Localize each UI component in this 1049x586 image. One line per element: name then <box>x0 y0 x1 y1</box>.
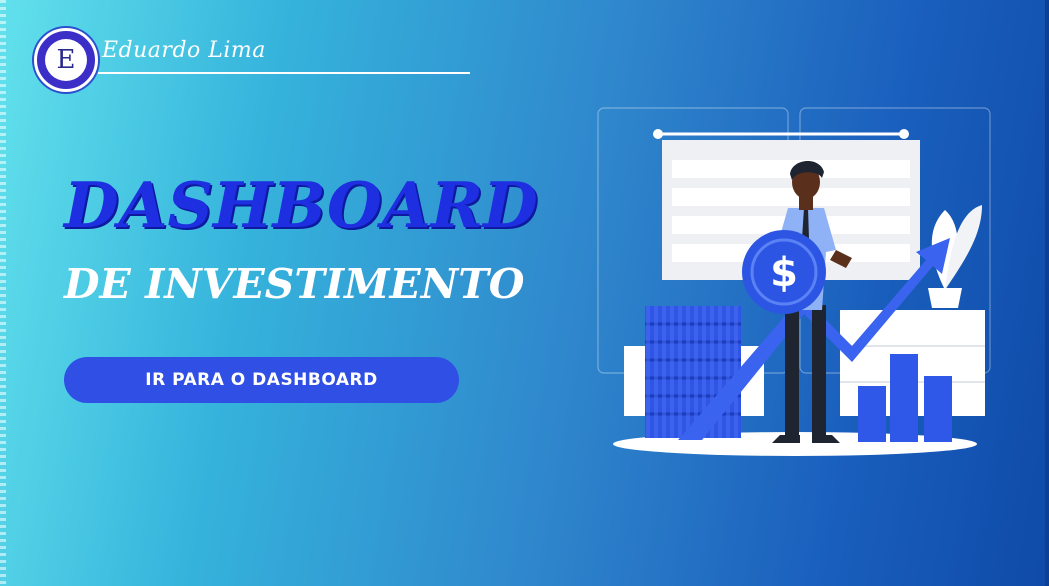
board-rod-end-left <box>653 129 663 139</box>
plant-pot <box>928 288 962 308</box>
page-title: DASHBOARD <box>64 168 538 242</box>
left-dashed-border <box>0 0 6 586</box>
bar-2 <box>890 354 918 442</box>
right-border <box>1045 0 1049 586</box>
brand-logo[interactable]: E <box>34 28 98 92</box>
dollar-icon: $ <box>770 250 798 296</box>
investment-illustration: $ <box>597 107 991 456</box>
hero-banner: E Eduardo Lima DASHBOARD DE INVESTIMENTO… <box>0 0 1049 586</box>
dollar-coin: $ <box>742 230 826 314</box>
brand-name: Eduardo Lima <box>102 38 266 63</box>
logo-letter: E <box>45 39 87 81</box>
bar-1 <box>858 386 886 442</box>
board-rod-end-right <box>899 129 909 139</box>
coin-stack <box>645 306 741 438</box>
go-to-dashboard-button[interactable]: IR PARA O DASHBOARD <box>64 357 459 403</box>
brand-underline <box>98 72 470 74</box>
bar-3 <box>924 376 952 442</box>
board-row-2 <box>672 188 910 206</box>
page-subtitle: DE INVESTIMENTO <box>64 260 525 308</box>
